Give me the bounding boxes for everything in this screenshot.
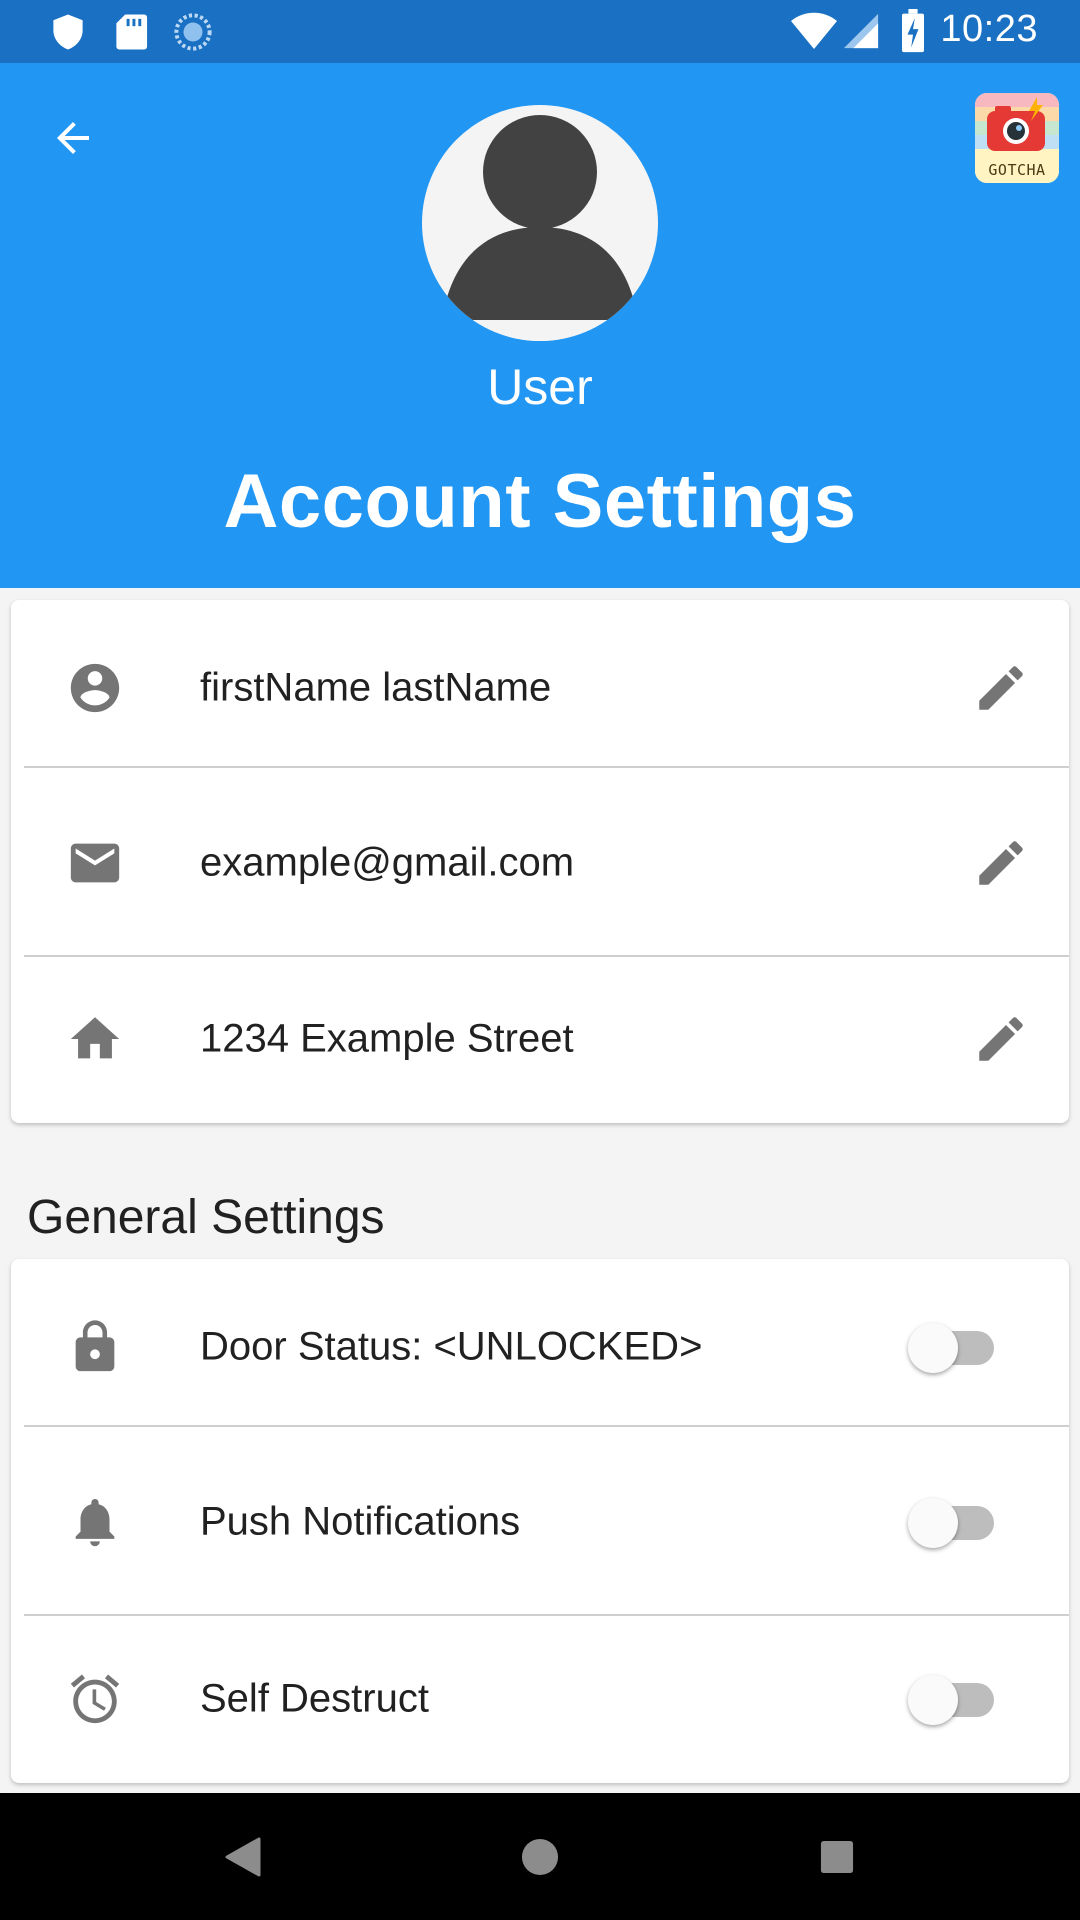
list-item-name: firstName lastName xyxy=(11,600,1069,775)
name-text: firstName lastName xyxy=(200,665,552,709)
recents-square-icon xyxy=(820,1840,854,1874)
divider xyxy=(24,766,1069,768)
address-text: 1234 Example Street xyxy=(200,1016,574,1061)
email-text: example@gmail.com xyxy=(200,840,575,884)
back-button[interactable] xyxy=(38,103,108,173)
door-status-toggle[interactable] xyxy=(898,1317,1008,1377)
self-destruct-toggle[interactable] xyxy=(898,1669,1008,1729)
list-item-address: 1234 Example Street xyxy=(11,955,1069,1123)
back-triangle-icon xyxy=(225,1837,261,1877)
user-name: User xyxy=(487,359,593,415)
list-item-push-notifications: Push Notifications xyxy=(11,1434,1069,1609)
shield-icon xyxy=(53,14,83,50)
self-destruct-text: Self Destruct xyxy=(200,1676,429,1720)
edit-address-button[interactable] xyxy=(961,999,1041,1079)
sync-icon xyxy=(174,13,212,51)
sd-card-icon xyxy=(116,14,148,50)
list-item-door-status: Door Status: <UNLOCKED> xyxy=(11,1259,1069,1434)
general-settings-card: Door Status: <UNLOCKED> Push Notificatio… xyxy=(11,1259,1069,1783)
person-silhouette-icon xyxy=(422,115,658,341)
edit-pencil-icon xyxy=(979,1017,1023,1061)
switch-thumb xyxy=(908,1497,958,1548)
status-bar: 10:23 xyxy=(0,0,1080,63)
page-title: Account Settings xyxy=(223,459,857,544)
nav-recents-button[interactable] xyxy=(797,1821,877,1893)
home-circle-icon xyxy=(521,1838,559,1876)
edit-name-button[interactable] xyxy=(961,648,1041,728)
edit-pencil-icon xyxy=(979,840,1023,885)
arrow-back-icon xyxy=(57,122,89,154)
avatar[interactable] xyxy=(422,105,658,341)
clock: 10:23 xyxy=(940,8,1038,50)
profile-header: GOTCHA User Account Settings xyxy=(0,63,1080,588)
push-notifications-toggle[interactable] xyxy=(898,1492,1008,1552)
nav-home-button[interactable] xyxy=(500,1821,580,1893)
alarm-icon xyxy=(55,1659,135,1739)
edit-pencil-icon xyxy=(979,665,1023,710)
list-item-email: example@gmail.com xyxy=(11,775,1069,950)
bell-icon xyxy=(55,1482,135,1562)
divider xyxy=(24,1425,1069,1427)
nav-back-button[interactable] xyxy=(203,1821,283,1893)
edit-email-button[interactable] xyxy=(961,823,1041,903)
wifi-icon xyxy=(791,12,837,49)
gotcha-app-button[interactable]: GOTCHA xyxy=(975,93,1059,183)
switch-thumb xyxy=(908,1322,958,1373)
section-title-general-settings: General Settings xyxy=(27,1191,385,1244)
account-circle-icon xyxy=(55,648,135,728)
email-icon xyxy=(55,823,135,903)
list-item-self-destruct: Self Destruct xyxy=(11,1614,1069,1783)
signal-icon xyxy=(843,13,879,49)
home-icon xyxy=(55,999,135,1079)
account-info-card: firstName lastName example@gmail.com 123… xyxy=(11,600,1069,1123)
door-status-text: Door Status: <UNLOCKED> xyxy=(200,1324,703,1368)
navigation-bar xyxy=(0,1793,1080,1920)
switch-thumb xyxy=(908,1674,958,1725)
gotcha-label: GOTCHA xyxy=(988,161,1046,179)
battery-charging-icon xyxy=(902,9,924,53)
lock-icon xyxy=(55,1307,135,1387)
push-notifications-text: Push Notifications xyxy=(200,1499,521,1543)
